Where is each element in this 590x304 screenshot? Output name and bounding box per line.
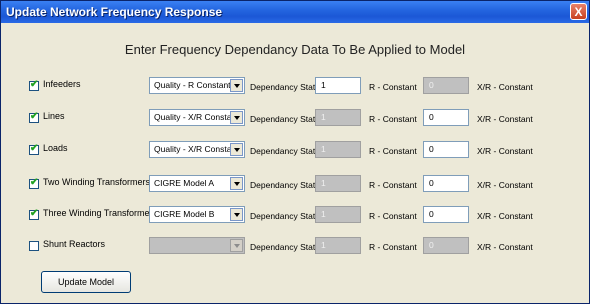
- model-dropdown[interactable]: CIGRE Model A: [149, 175, 245, 192]
- dropdown-arrow-button[interactable]: [230, 239, 243, 252]
- row-checkbox[interactable]: ✔: [29, 79, 39, 91]
- update-model-button[interactable]: Update Model: [41, 271, 131, 293]
- dropdown-arrow-button[interactable]: [230, 177, 243, 190]
- r-constant-input[interactable]: 1: [315, 175, 361, 192]
- dropdown-value: Quality - R Constant: [154, 80, 230, 90]
- row-label: Shunt Reactors: [43, 239, 106, 249]
- row-checkbox[interactable]: ✔: [29, 111, 39, 123]
- close-button[interactable]: X: [570, 3, 587, 20]
- dialog-window: Update Network Frequency Response X Ente…: [0, 0, 590, 304]
- settings-row: ✔ Infeeders Quality - R Constant Dependancy…: [1, 77, 589, 101]
- dependency-state-label: Dependancy State: [250, 146, 320, 156]
- dropdown-arrow-button[interactable]: [230, 111, 243, 124]
- r-constant-label: R - Constant: [369, 146, 417, 156]
- xr-constant-label: X/R - Constant: [477, 211, 533, 221]
- xr-constant-input[interactable]: 0: [423, 206, 469, 223]
- xr-constant-label: X/R - Constant: [477, 242, 533, 252]
- xr-constant-label: X/R - Constant: [477, 146, 533, 156]
- r-constant-label: R - Constant: [369, 180, 417, 190]
- dependency-state-label: Dependancy State: [250, 180, 320, 190]
- xr-constant-label: X/R - Constant: [477, 82, 533, 92]
- checkmark-icon: ✔: [30, 177, 39, 188]
- checkmark-icon: ✔: [30, 111, 39, 122]
- row-label: Infeeders: [43, 79, 81, 89]
- dependency-state-label: Dependancy State: [250, 114, 320, 124]
- row-label: Loads: [43, 143, 68, 153]
- xr-constant-input[interactable]: 0: [423, 237, 469, 254]
- checkmark-icon: ✔: [30, 79, 39, 90]
- r-constant-input[interactable]: 1: [315, 141, 361, 158]
- window-title: Update Network Frequency Response: [6, 5, 223, 19]
- chevron-down-icon: [234, 182, 240, 186]
- chevron-down-icon: [234, 116, 240, 120]
- row-checkbox[interactable]: ✔: [29, 177, 39, 189]
- xr-constant-label: X/R - Constant: [477, 180, 533, 190]
- checkmark-icon: ✔: [30, 143, 39, 154]
- dependency-state-label: Dependancy State: [250, 242, 320, 252]
- r-constant-label: R - Constant: [369, 114, 417, 124]
- r-constant-input[interactable]: 1: [315, 109, 361, 126]
- xr-constant-input[interactable]: 0: [423, 77, 469, 94]
- dropdown-arrow-button[interactable]: [230, 79, 243, 92]
- dropdown-arrow-button[interactable]: [230, 143, 243, 156]
- dependency-state-label: Dependancy State: [250, 82, 320, 92]
- row-label: Lines: [43, 111, 65, 121]
- model-dropdown[interactable]: [149, 237, 245, 254]
- model-dropdown[interactable]: Quality - R Constant: [149, 77, 245, 94]
- r-constant-input[interactable]: 1: [315, 77, 361, 94]
- model-dropdown[interactable]: CIGRE Model B: [149, 206, 245, 223]
- r-constant-label: R - Constant: [369, 82, 417, 92]
- settings-row: ✔ Two Winding Transformers CIGRE Model A De…: [1, 175, 589, 199]
- chevron-down-icon: [234, 148, 240, 152]
- xr-constant-input[interactable]: 0: [423, 175, 469, 192]
- row-checkbox[interactable]: ✔: [29, 143, 39, 155]
- dropdown-value: CIGRE Model A: [154, 178, 214, 188]
- chevron-down-icon: [234, 244, 240, 248]
- title-bar[interactable]: Update Network Frequency Response X: [1, 1, 589, 23]
- r-constant-input[interactable]: 1: [315, 206, 361, 223]
- dropdown-value: CIGRE Model B: [154, 209, 215, 219]
- dropdown-value: Quality - X/R Constant (P: [154, 144, 230, 154]
- model-dropdown[interactable]: Quality - X/R Constant (P: [149, 141, 245, 158]
- r-constant-label: R - Constant: [369, 211, 417, 221]
- settings-row: ✔ Loads Quality - X/R Constant (P Dependanc…: [1, 141, 589, 165]
- settings-row: ✔ Lines Quality - X/R Constant Dependancy S…: [1, 109, 589, 133]
- xr-constant-input[interactable]: 0: [423, 109, 469, 126]
- row-label: Two Winding Transformers: [43, 177, 151, 187]
- instruction-heading: Enter Frequency Dependancy Data To Be Ap…: [124, 42, 466, 57]
- settings-row: ✔ Three Winding Transformers CIGRE Model B…: [1, 206, 589, 230]
- xr-constant-input[interactable]: 0: [423, 141, 469, 158]
- dependency-state-label: Dependancy State: [250, 211, 320, 221]
- chevron-down-icon: [234, 213, 240, 217]
- settings-row: Shunt Reactors Dependancy State 1 R - Const…: [1, 237, 589, 261]
- xr-constant-label: X/R - Constant: [477, 114, 533, 124]
- model-dropdown[interactable]: Quality - X/R Constant: [149, 109, 245, 126]
- row-checkbox[interactable]: ✔: [29, 208, 39, 220]
- chevron-down-icon: [234, 84, 240, 88]
- r-constant-label: R - Constant: [369, 242, 417, 252]
- row-checkbox[interactable]: [29, 241, 39, 251]
- dropdown-value: Quality - X/R Constant: [154, 112, 230, 122]
- dropdown-arrow-button[interactable]: [230, 208, 243, 221]
- row-label: Three Winding Transformers: [43, 208, 158, 218]
- checkmark-icon: ✔: [30, 208, 39, 219]
- r-constant-input[interactable]: 1: [315, 237, 361, 254]
